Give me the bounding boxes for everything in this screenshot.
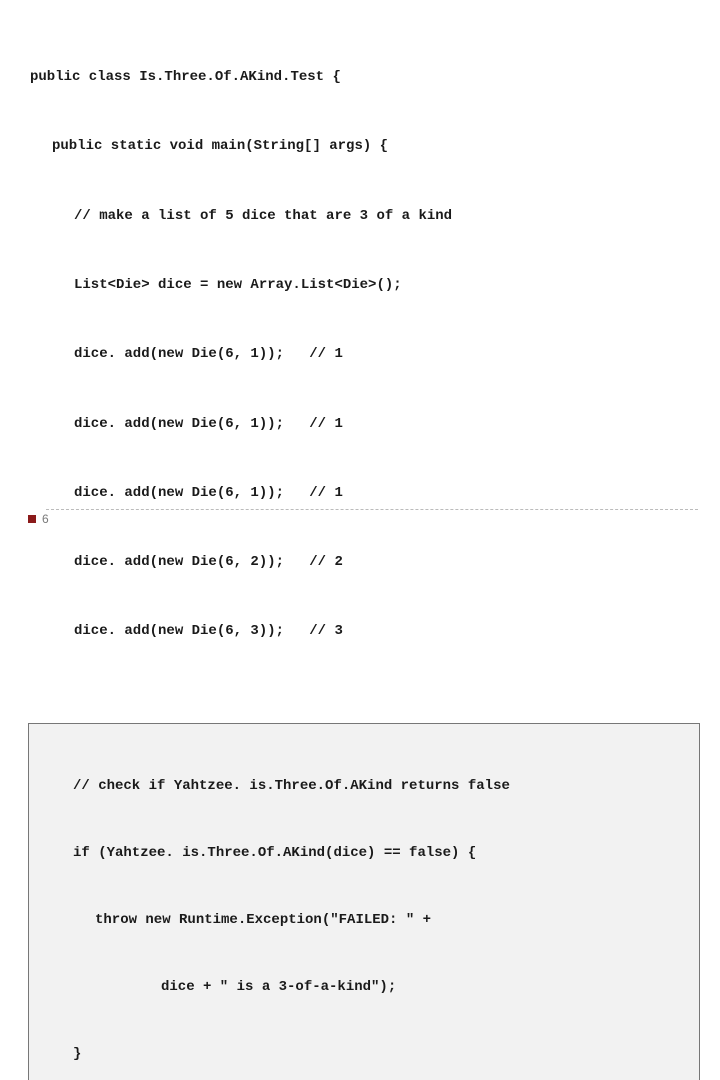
code-line: // make a list of 5 dice that are 3 of a… xyxy=(30,205,700,228)
code-line: if (Yahtzee. is.Three.Of.AKind(dice) == … xyxy=(73,842,689,864)
code-block: public class Is.Three.Of.AKind.Test { pu… xyxy=(30,20,700,1080)
page-number-text: 6 xyxy=(42,512,49,526)
code-line: dice + " is a 3-of-a-kind"); xyxy=(73,976,689,998)
code-line: } xyxy=(73,1043,689,1065)
code-line: // check if Yahtzee. is.Three.Of.AKind r… xyxy=(73,775,689,797)
code-line: throw new Runtime.Exception("FAILED: " + xyxy=(73,909,689,931)
footer: 6 xyxy=(0,509,720,526)
divider xyxy=(46,509,698,510)
code-line: dice. add(new Die(6, 2)); // 2 xyxy=(30,551,700,574)
page-marker-icon xyxy=(28,515,36,523)
code-line: List<Die> dice = new Array.List<Die>(); xyxy=(30,274,700,297)
code-line: dice. add(new Die(6, 1)); // 1 xyxy=(30,482,700,505)
code-line: dice. add(new Die(6, 1)); // 1 xyxy=(30,413,700,436)
page-number: 6 xyxy=(28,512,720,526)
highlighted-code-block: // check if Yahtzee. is.Three.Of.AKind r… xyxy=(28,723,700,1080)
code-line: public static void main(String[] args) { xyxy=(30,135,700,158)
code-line: dice. add(new Die(6, 1)); // 1 xyxy=(30,343,700,366)
code-line: dice. add(new Die(6, 3)); // 3 xyxy=(30,620,700,643)
code-line: public class Is.Three.Of.AKind.Test { xyxy=(30,66,700,89)
